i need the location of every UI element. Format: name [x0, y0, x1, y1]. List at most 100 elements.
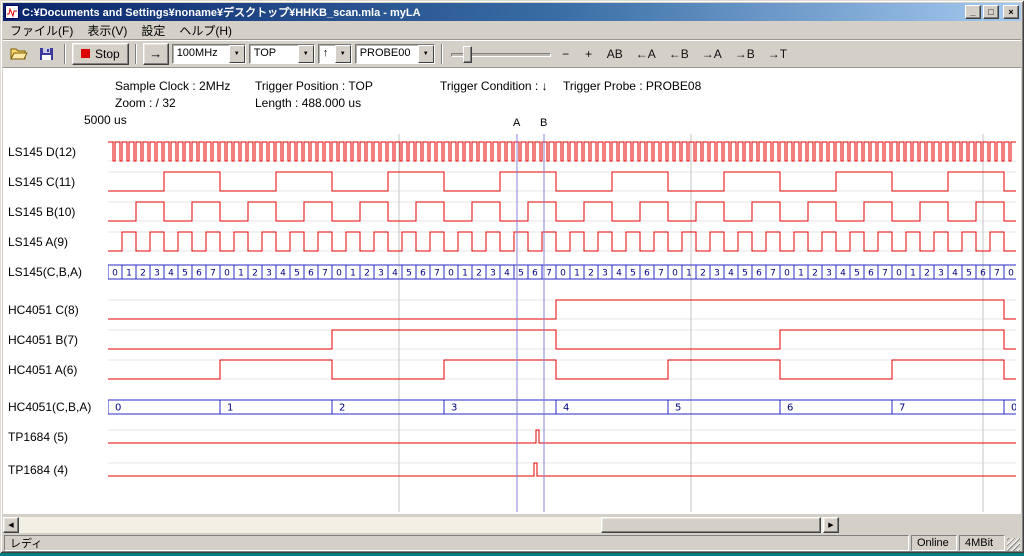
bus-value: 5 — [630, 269, 636, 279]
open-file-button[interactable] — [7, 43, 31, 65]
zoom-slider-thumb[interactable] — [463, 46, 472, 63]
bus-value: 3 — [938, 269, 944, 279]
ab-range-button[interactable]: AB — [602, 43, 628, 65]
open-folder-icon — [10, 47, 28, 60]
bus-value: 4 — [728, 269, 734, 279]
sample-clock-select[interactable]: 100MHz ▼ — [172, 44, 246, 64]
zoom-slider[interactable] — [449, 43, 553, 65]
trigger-edge-value: ↑ — [319, 45, 335, 63]
bus-value: 2 — [339, 403, 345, 414]
menu-file[interactable]: ファイル(F) — [3, 20, 80, 41]
bus-value: 7 — [882, 269, 888, 279]
menu-view[interactable]: 表示(V) — [80, 20, 134, 41]
run-button[interactable]: → — [143, 43, 169, 65]
signal-trace — [108, 172, 1016, 191]
bus-value: 7 — [770, 269, 776, 279]
bus-value: 5 — [518, 269, 524, 279]
waveform-area: LS145 D(12)LS145 C(11)LS145 B(10)LS145 A… — [3, 130, 1021, 514]
toolbar: Stop → 100MHz ▼ TOP ▼ ↑ ▼ PROBE00 ▼ − + … — [3, 40, 1021, 68]
bus-value: 6 — [532, 269, 538, 279]
bus-value: 7 — [899, 403, 905, 414]
zoom-info: Zoom : / 32 — [115, 96, 176, 110]
title-bar[interactable]: C:¥Documents and Settings¥noname¥デスクトップ¥… — [3, 3, 1021, 21]
bus-value: 0 — [672, 269, 678, 279]
bus-value: 7 — [994, 269, 1000, 279]
bus-value: 2 — [476, 269, 482, 279]
bus-value: 5 — [854, 269, 860, 279]
trigger-position-select[interactable]: TOP ▼ — [249, 44, 315, 64]
chevron-down-icon[interactable]: ▼ — [335, 45, 351, 63]
stop-button-label: Stop — [95, 47, 120, 61]
stop-button[interactable]: Stop — [72, 43, 129, 65]
sample-clock-info: Sample Clock : 2MHz — [115, 79, 230, 93]
trigger-probe-value: PROBE00 — [356, 45, 418, 63]
minimize-button[interactable]: _ — [965, 5, 981, 19]
chevron-down-icon[interactable]: ▼ — [298, 45, 314, 63]
bus-value: 7 — [434, 269, 440, 279]
signal-trace — [108, 232, 1016, 251]
bus-value: 0 — [224, 269, 230, 279]
bus-value: 4 — [168, 269, 174, 279]
signal-trace — [108, 463, 1016, 476]
bus-value: 1 — [350, 269, 356, 279]
toolbar-separator — [441, 44, 443, 64]
waveform-plot[interactable]: 0123456701234567012345670123456701234567… — [3, 130, 1021, 514]
bus-value: 3 — [451, 403, 457, 414]
save-button[interactable] — [34, 43, 58, 65]
marker-b-label[interactable]: B — [540, 117, 547, 129]
bus-value: 4 — [840, 269, 846, 279]
trigger-edge-select[interactable]: ↑ ▼ — [318, 44, 352, 64]
run-arrow-icon: → — [149, 46, 162, 61]
trigger-condition-info: Trigger Condition : ↓ — [440, 79, 548, 93]
menu-help[interactable]: ヘルプ(H) — [172, 20, 239, 41]
next-a-button[interactable]: →A — [697, 43, 727, 65]
length-info: Length : 488.000 us — [255, 96, 361, 110]
bus-value: 3 — [154, 269, 160, 279]
toolbar-separator — [64, 44, 66, 64]
signal-trace — [108, 360, 1016, 379]
bus-value: 2 — [812, 269, 818, 279]
bus-value: 2 — [924, 269, 930, 279]
menu-settings[interactable]: 設定 — [134, 20, 172, 41]
bus-value: 5 — [966, 269, 972, 279]
sample-clock-value: 100MHz — [173, 45, 229, 63]
maximize-button[interactable]: □ — [983, 5, 999, 19]
prev-b-button[interactable]: ←B — [664, 43, 694, 65]
horizontal-scrollbar[interactable]: ◀ ▶ — [3, 517, 839, 533]
bus-value: 0 — [560, 269, 566, 279]
bus-value: 1 — [238, 269, 244, 279]
client-area: Sample Clock : 2MHz Trigger Position : T… — [3, 68, 1021, 514]
trigger-probe-info: Trigger Probe : PROBE08 — [563, 79, 701, 93]
bus-value: 7 — [322, 269, 328, 279]
save-floppy-icon — [39, 47, 54, 61]
prev-a-button[interactable]: ←A — [631, 43, 661, 65]
trigger-probe-select[interactable]: PROBE00 ▼ — [355, 44, 435, 64]
bus-value: 6 — [644, 269, 650, 279]
chevron-down-icon[interactable]: ▼ — [418, 45, 434, 63]
bus-value: 1 — [574, 269, 580, 279]
bus-value: 6 — [756, 269, 762, 279]
scrollbar-thumb[interactable] — [601, 517, 821, 533]
bus-value: 0 — [112, 269, 118, 279]
trigger-position-info: Trigger Position : TOP — [255, 79, 373, 93]
scroll-left-button[interactable]: ◀ — [3, 517, 19, 533]
marker-a-label[interactable]: A — [513, 117, 520, 129]
chevron-down-icon[interactable]: ▼ — [229, 45, 245, 63]
next-b-button[interactable]: →B — [730, 43, 760, 65]
window-title: C:¥Documents and Settings¥noname¥デスクトップ¥… — [22, 4, 963, 20]
bus-value: 5 — [742, 269, 748, 279]
status-ready: レディ — [4, 535, 909, 551]
bus-value: 6 — [308, 269, 314, 279]
bus-value: 6 — [868, 269, 874, 279]
goto-trigger-button[interactable]: →T — [763, 43, 792, 65]
zoom-out-button[interactable]: − — [556, 43, 576, 65]
bus-value: 0 — [896, 269, 902, 279]
resize-grip[interactable] — [1007, 538, 1020, 551]
bus-value: 0 — [1008, 269, 1014, 279]
close-button[interactable]: × — [1003, 5, 1019, 19]
bus-value: 2 — [140, 269, 146, 279]
zoom-in-button[interactable]: + — [579, 43, 599, 65]
bus-value: 5 — [182, 269, 188, 279]
scroll-right-button[interactable]: ▶ — [823, 517, 839, 533]
signal-trace — [108, 430, 1016, 443]
